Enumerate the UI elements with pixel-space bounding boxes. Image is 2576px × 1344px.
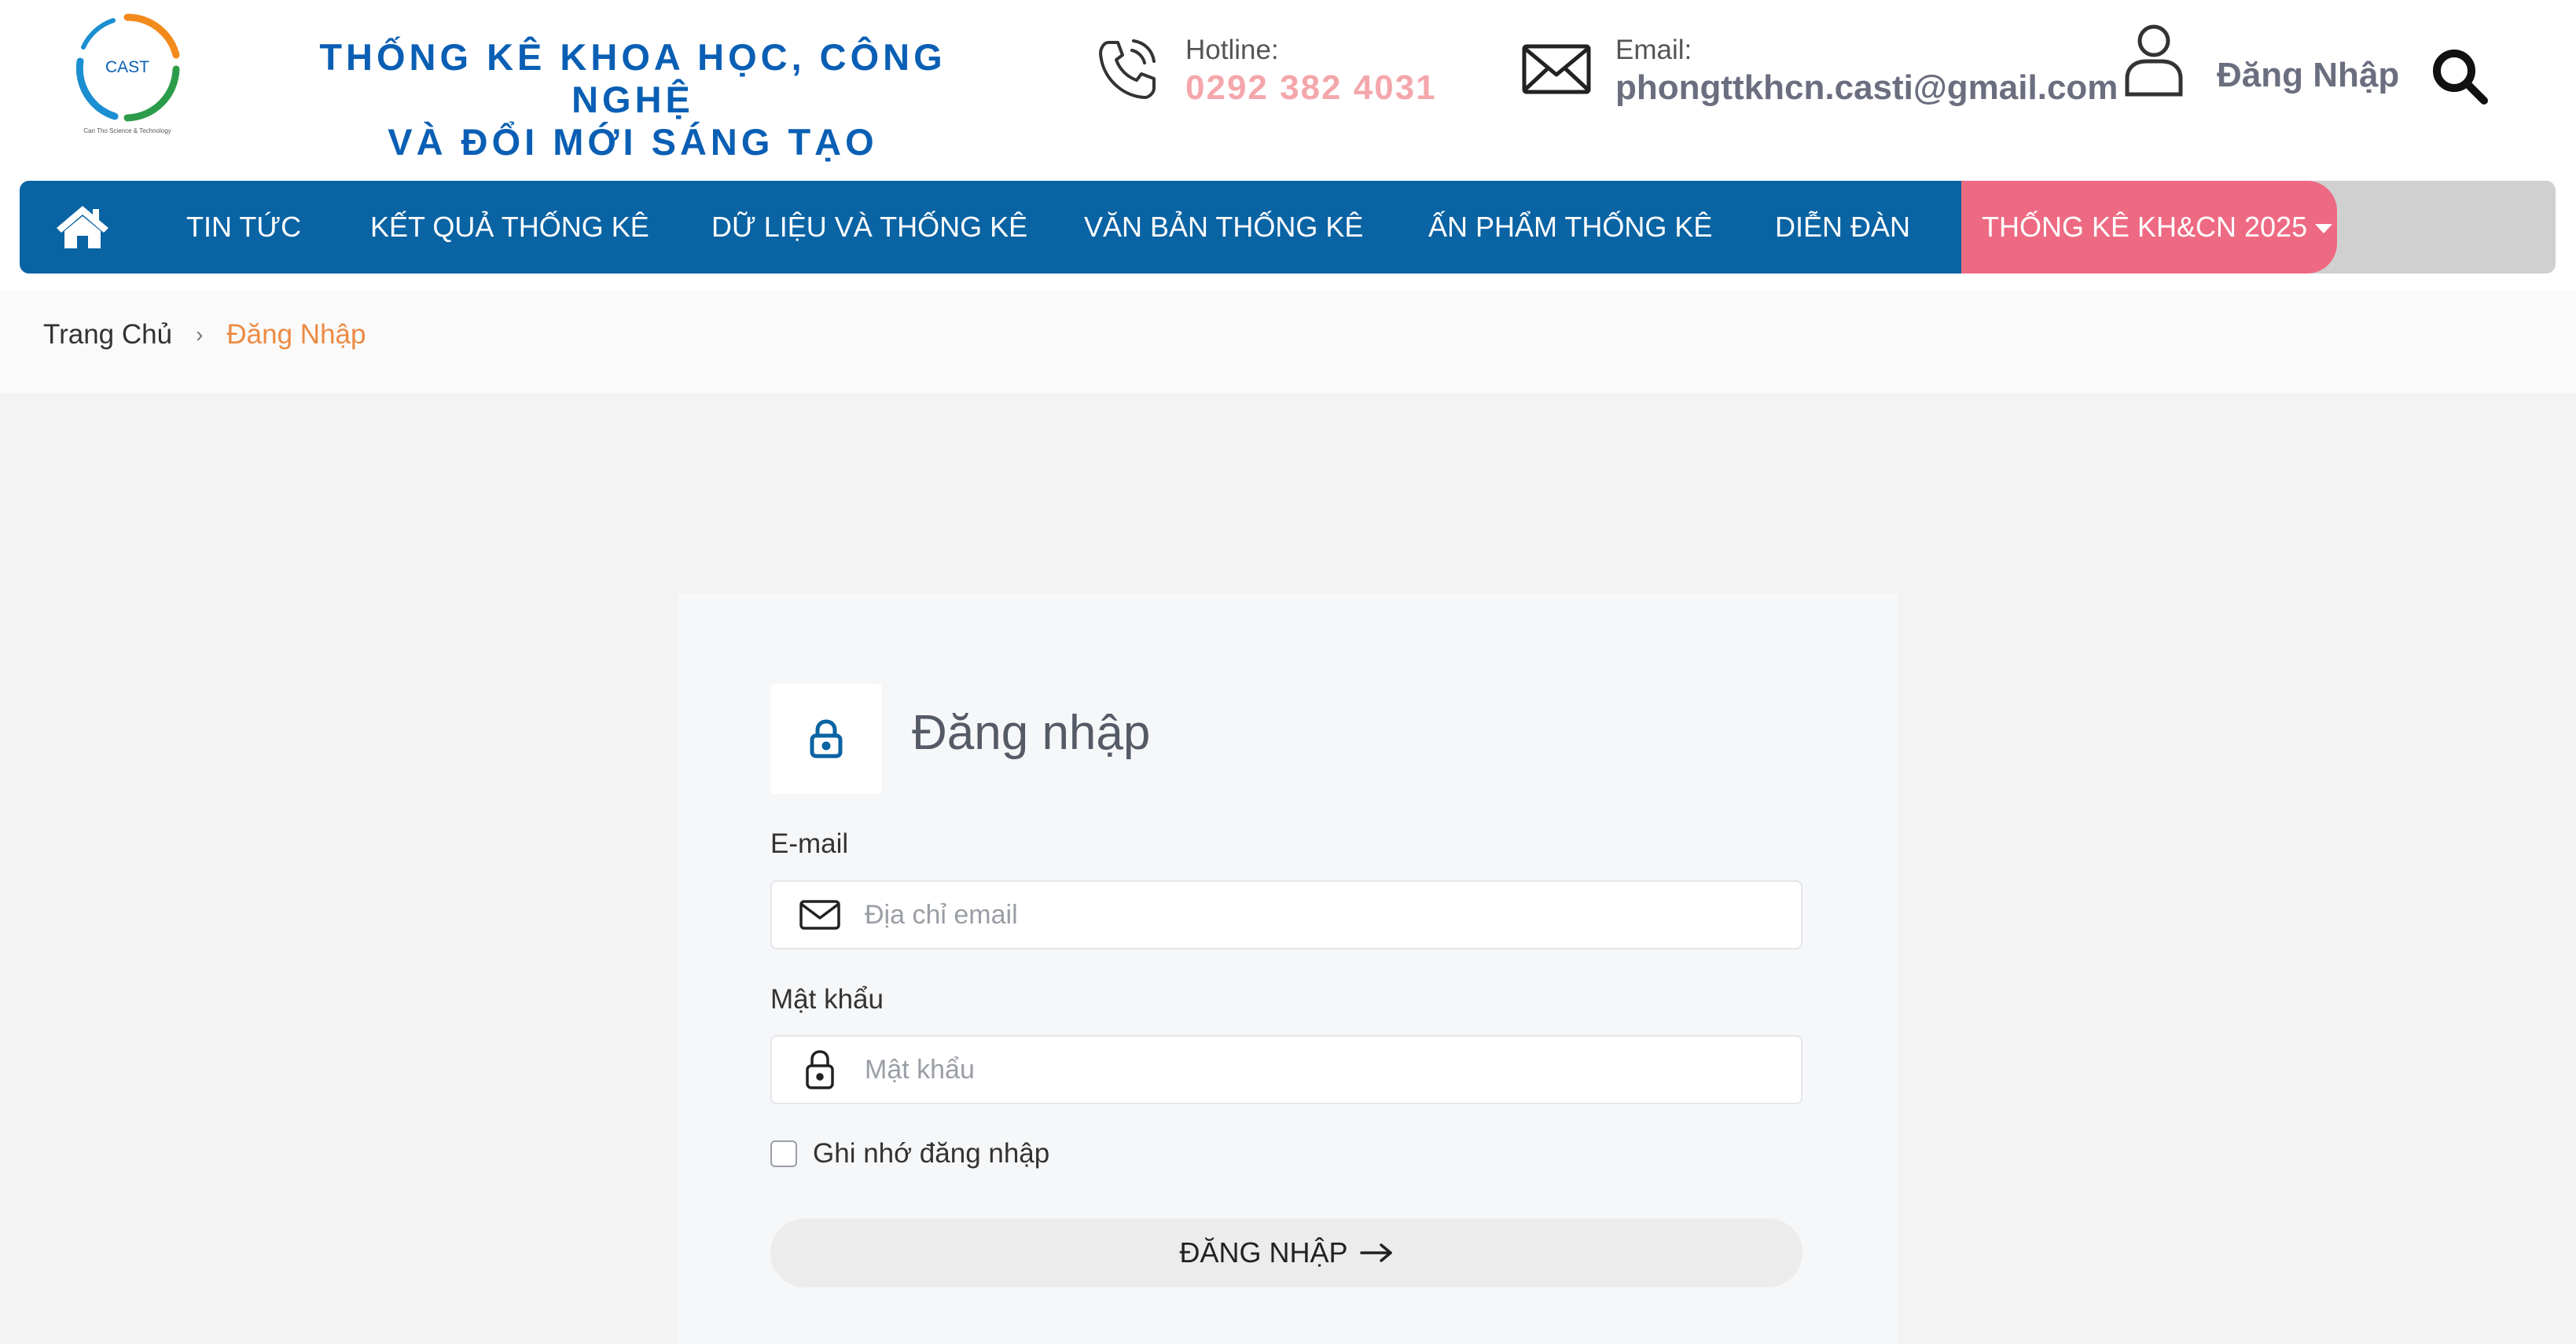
nav-special-label: THỐNG KÊ KH&CN 2025 — [1982, 211, 2308, 243]
lock-icon — [799, 1048, 841, 1091]
email-contact: Email: phongttkhcn.casti@gmail.com — [1521, 33, 2118, 108]
user-icon — [2122, 22, 2185, 105]
envelope-icon — [799, 899, 841, 931]
email-label: E-mail — [770, 828, 849, 859]
hotline-value[interactable]: 0292 382 4031 — [1185, 68, 1437, 108]
site-title-line1: THỐNG KÊ KHOA HỌC, CÔNG NGHỆ — [319, 36, 946, 120]
arrow-right-icon — [1359, 1242, 1394, 1264]
search-button[interactable] — [2429, 46, 2492, 108]
site-title-line2: VÀ ĐỔI MỚI SÁNG TẠO — [388, 121, 878, 163]
logo-tagline: Can Tho Science & Technology — [83, 127, 171, 134]
email-input[interactable] — [865, 883, 1801, 946]
email-label: Email: — [1615, 35, 1692, 65]
nav-item-an-pham[interactable]: ẤN PHẨM THỐNG KÊ — [1428, 181, 1712, 274]
email-value[interactable]: phongttkhcn.casti@gmail.com — [1615, 68, 2118, 108]
site-header: CAST Can Tho Science & Technology THỐNG … — [0, 0, 2576, 181]
home-icon — [57, 206, 108, 248]
cast-logo[interactable]: CAST Can Tho Science & Technology — [66, 6, 189, 137]
nav-item-thong-ke-2025[interactable]: THỐNG KÊ KH&CN 2025 — [1961, 181, 2337, 274]
breadcrumb-current: Đăng Nhập — [226, 319, 366, 350]
login-title-icon-box — [770, 684, 882, 794]
login-submit-button[interactable]: ĐĂNG NHẬP — [770, 1218, 1802, 1287]
nav-item-van-ban[interactable]: VĂN BẢN THỐNG KÊ — [1084, 181, 1363, 274]
nav-home[interactable] — [55, 203, 110, 250]
main-nav: TIN TỨC KẾT QUẢ THỐNG KÊ DỮ LIỆU VÀ THỐN… — [20, 181, 2556, 274]
password-field[interactable] — [770, 1035, 1802, 1104]
breadcrumb: Trang Chủ › Đăng Nhập — [43, 316, 366, 354]
email-field[interactable] — [770, 880, 1802, 949]
hotline: Hotline: 0292 382 4031 — [1093, 33, 1437, 108]
header-login-link[interactable]: Đăng Nhập — [2122, 22, 2399, 105]
site-title: THỐNG KÊ KHOA HỌC, CÔNG NGHỆ VÀ ĐỔI MỚI … — [259, 36, 1006, 163]
nav-item-du-lieu[interactable]: DỮ LIỆU VÀ THỐNG KÊ — [711, 181, 1027, 274]
breadcrumb-separator: › — [196, 322, 204, 347]
nav-item-tin-tuc[interactable]: TIN TỨC — [186, 181, 301, 274]
breadcrumb-home[interactable]: Trang Chủ — [43, 316, 172, 354]
remember-label[interactable]: Ghi nhớ đăng nhập — [813, 1138, 1049, 1170]
caret-down-icon — [2315, 224, 2333, 234]
search-icon — [2433, 50, 2488, 105]
password-input[interactable] — [865, 1038, 1801, 1101]
remember-me[interactable]: Ghi nhớ đăng nhập — [770, 1138, 1049, 1170]
logo-text: CAST — [105, 58, 149, 76]
password-label: Mật khẩu — [770, 984, 884, 1015]
hotline-label: Hotline: — [1185, 35, 1279, 65]
nav-item-ket-qua[interactable]: KẾT QUẢ THỐNG KÊ — [370, 181, 649, 274]
login-title: Đăng nhập — [912, 706, 1151, 760]
nav-item-dien-dan[interactable]: DIỄN ĐÀN — [1775, 181, 1910, 274]
mail-icon — [1521, 42, 1592, 101]
submit-label: ĐĂNG NHẬP — [1179, 1236, 1348, 1269]
header-login-label: Đăng Nhập — [2217, 55, 2400, 94]
phone-icon — [1093, 35, 1162, 108]
remember-checkbox[interactable] — [770, 1140, 797, 1167]
lock-icon — [810, 719, 843, 758]
breadcrumb-bar — [0, 291, 2576, 393]
